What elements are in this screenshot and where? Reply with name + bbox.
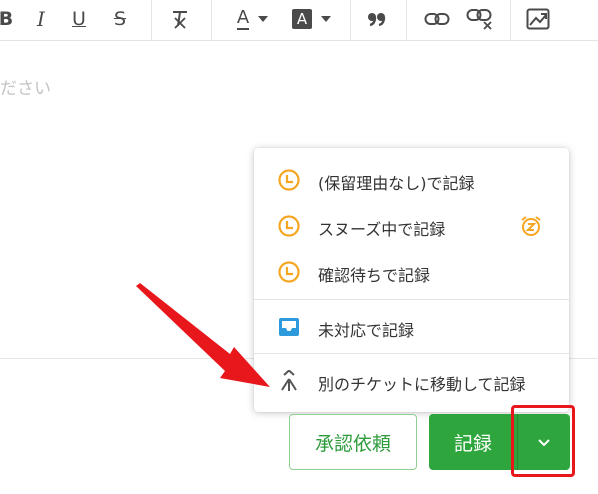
editor-toolbar: B I U S A A	[0, 0, 598, 41]
image-icon	[526, 8, 550, 30]
toolbar-separator	[211, 0, 212, 40]
highlight-color-button[interactable]: A	[286, 6, 338, 32]
link-button[interactable]	[422, 6, 452, 32]
menu-item-label: スヌーズ中で記録	[318, 220, 446, 239]
menu-item-label: 確認待ちで記録	[318, 266, 431, 285]
strikethrough-label: S	[113, 8, 127, 30]
bold-label: B	[0, 8, 14, 30]
annotation-highlight-box	[511, 405, 575, 477]
editor-placeholder[interactable]: ださい	[0, 74, 51, 99]
image-button[interactable]	[524, 6, 552, 32]
menu-item-label: 別のチケットに移動して記録	[318, 375, 526, 394]
approval-request-button[interactable]: 承認依頼	[289, 414, 417, 470]
clock-icon	[278, 169, 300, 191]
text-color-button[interactable]: A	[228, 6, 278, 32]
menu-separator	[254, 353, 569, 354]
record-button-label: 記録	[453, 432, 492, 455]
unlink-button[interactable]	[464, 6, 496, 32]
link-icon	[424, 13, 450, 25]
inbox-icon	[279, 318, 299, 336]
menu-item-record-snooze[interactable]: スヌーズ中で記録	[254, 203, 569, 249]
record-options-menu: (保留理由なし)で記録 スヌーズ中で記録 確認待ちで記録 未対応で記録 別のチケ…	[254, 148, 569, 412]
clear-format-button[interactable]	[166, 6, 194, 32]
menu-item-record-no-reason[interactable]: (保留理由なし)で記録	[254, 157, 569, 203]
italic-button[interactable]: I	[30, 6, 52, 32]
menu-item-record-awaiting-confirmation[interactable]: 確認待ちで記録	[254, 249, 569, 295]
caret-down-icon	[258, 16, 269, 22]
quote-icon	[368, 13, 386, 27]
text-color-icon: A	[236, 7, 250, 30]
unlink-icon	[466, 9, 492, 30]
clear-format-icon	[173, 11, 187, 29]
clock-icon	[278, 215, 300, 237]
approval-request-label: 承認依頼	[314, 432, 391, 455]
bold-button[interactable]: B	[0, 6, 16, 32]
menu-separator	[254, 299, 569, 300]
record-button[interactable]: 記録	[429, 414, 517, 470]
caret-down-icon	[321, 16, 331, 22]
clock-icon	[278, 261, 300, 283]
menu-item-label: (保留理由なし)で記録	[318, 174, 475, 193]
highlight-icon: A	[292, 9, 312, 29]
menu-item-record-unhandled[interactable]: 未対応で記録	[254, 304, 569, 350]
toolbar-separator	[510, 0, 511, 40]
toolbar-separator	[406, 0, 407, 40]
merge-arrow-icon	[281, 370, 297, 391]
snooze-alarm-icon	[521, 216, 541, 236]
underline-label: U	[72, 8, 86, 30]
toolbar-separator	[350, 0, 351, 40]
toolbar-separator	[151, 0, 152, 40]
strikethrough-button[interactable]: S	[108, 6, 132, 32]
menu-item-label: 未対応で記録	[318, 321, 415, 340]
menu-item-move-to-other-ticket[interactable]: 別のチケットに移動して記録	[254, 358, 569, 404]
quote-button[interactable]	[364, 6, 390, 32]
underline-button[interactable]: U	[68, 6, 90, 32]
italic-label: I	[37, 7, 45, 31]
